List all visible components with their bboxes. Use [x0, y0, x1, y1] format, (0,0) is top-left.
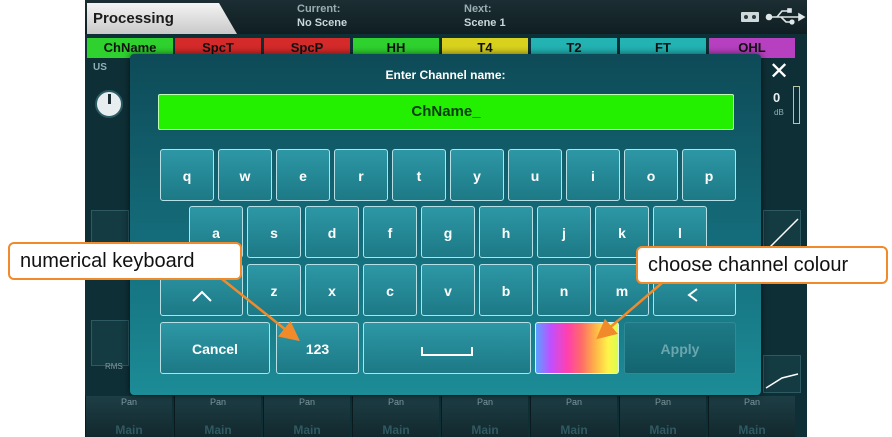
- pan-label: Pan: [476, 397, 493, 407]
- key-w[interactable]: w: [218, 149, 272, 201]
- pan-control-1[interactable]: Pan Main: [85, 396, 172, 437]
- rms-label: RMS: [105, 362, 123, 371]
- key-z[interactable]: z: [247, 264, 301, 316]
- key-d[interactable]: d: [305, 206, 359, 258]
- pan-main-label: Main: [738, 423, 766, 437]
- cancel-button[interactable]: Cancel: [160, 322, 270, 374]
- pan-label: Pan: [120, 397, 137, 407]
- key-b[interactable]: b: [479, 264, 533, 316]
- channel-tab-label: HH: [386, 40, 406, 55]
- key-g[interactable]: g: [421, 206, 475, 258]
- pan-control-4[interactable]: Pan Main: [352, 396, 439, 437]
- strip-left-label: US: [93, 62, 107, 73]
- channel-tab-label: OHL: [738, 40, 766, 55]
- pan-control-6[interactable]: Pan Main: [530, 396, 617, 437]
- key-u[interactable]: u: [508, 149, 562, 201]
- key-j[interactable]: j: [537, 206, 591, 258]
- meter-unit: dB: [774, 108, 784, 117]
- pan-main-label: Main: [293, 423, 321, 437]
- channel-colour-picker[interactable]: [535, 322, 619, 374]
- channel-tab-label: SpcT: [202, 40, 234, 55]
- current-scene-value: No Scene: [297, 17, 348, 29]
- space-key[interactable]: [363, 322, 531, 374]
- pan-label: Pan: [565, 397, 582, 407]
- key-e[interactable]: e: [276, 149, 330, 201]
- next-scene-value: Scene 1: [464, 17, 506, 29]
- key-n[interactable]: n: [537, 264, 591, 316]
- pan-label: Pan: [298, 397, 315, 407]
- comp-thumbnail[interactable]: [91, 320, 129, 366]
- channel-name-input[interactable]: ChName_: [158, 94, 734, 130]
- pan-control-2[interactable]: Pan Main: [174, 396, 261, 437]
- pan-label: Pan: [654, 397, 671, 407]
- next-scene-label: Next:: [464, 3, 492, 15]
- key-t[interactable]: t: [392, 149, 446, 201]
- key-h[interactable]: h: [479, 206, 533, 258]
- key-f[interactable]: f: [363, 206, 417, 258]
- key-r[interactable]: r: [334, 149, 388, 201]
- level-meter: [793, 86, 800, 124]
- dialog-title: Enter Channel name:: [385, 68, 506, 82]
- pan-main-label: Main: [471, 423, 499, 437]
- pan-label: Pan: [387, 397, 404, 407]
- channel-tab-label: T2: [566, 40, 582, 55]
- processing-tab-label: Processing: [93, 10, 174, 27]
- apply-button[interactable]: Apply: [624, 322, 736, 374]
- pan-control-7[interactable]: Pan Main: [619, 396, 706, 437]
- backspace-icon: [686, 288, 698, 302]
- pan-control-8[interactable]: Pan Main: [708, 396, 795, 437]
- numeric-keyboard-button[interactable]: 123: [276, 322, 359, 374]
- pan-main-label: Main: [560, 423, 588, 437]
- current-scene-label: Current:: [297, 3, 341, 15]
- meter-value: 0: [773, 90, 781, 105]
- key-q[interactable]: q: [160, 149, 214, 201]
- key-v[interactable]: v: [421, 264, 475, 316]
- channel-tab-label: FT: [655, 40, 671, 55]
- pan-main-label: Main: [115, 423, 143, 437]
- key-s[interactable]: s: [247, 206, 301, 258]
- key-o[interactable]: o: [624, 149, 678, 201]
- channel-tab-label: T4: [477, 40, 493, 55]
- space-icon: [421, 347, 473, 356]
- callout-numerical-keyboard: numerical keyboard: [8, 242, 242, 280]
- channel-name-dialog: Enter Channel name: ChName_ q w e r t y …: [130, 54, 761, 395]
- usb-status: [737, 7, 807, 32]
- key-i[interactable]: i: [566, 149, 620, 201]
- channel-name-value: ChName_: [411, 103, 481, 120]
- key-y[interactable]: y: [450, 149, 504, 201]
- close-icon[interactable]: ✕: [768, 60, 790, 84]
- key-x[interactable]: x: [305, 264, 359, 316]
- pan-main-label: Main: [649, 423, 677, 437]
- channel-tab-label: ChName: [103, 40, 157, 55]
- caret-up-icon: [191, 290, 212, 302]
- channel-tab-label: SpcP: [290, 40, 324, 55]
- pan-main-label: Main: [382, 423, 410, 437]
- pan-label: Pan: [743, 397, 760, 407]
- gain-knob[interactable]: [95, 90, 123, 118]
- pan-main-label: Main: [204, 423, 232, 437]
- tape-icon: [741, 12, 759, 22]
- pan-label: Pan: [209, 397, 226, 407]
- pan-control-3[interactable]: Pan Main: [263, 396, 350, 437]
- header-bar: Processing Current: No Scene Next: Scene…: [85, 0, 807, 34]
- callout-channel-colour: choose channel colour: [636, 246, 888, 284]
- key-c[interactable]: c: [363, 264, 417, 316]
- processing-tab[interactable]: Processing: [87, 3, 237, 34]
- pan-control-5[interactable]: Pan Main: [441, 396, 528, 437]
- usb-icon: [765, 8, 806, 25]
- key-p[interactable]: p: [682, 149, 736, 201]
- comp-thumbnail-right[interactable]: [763, 355, 801, 393]
